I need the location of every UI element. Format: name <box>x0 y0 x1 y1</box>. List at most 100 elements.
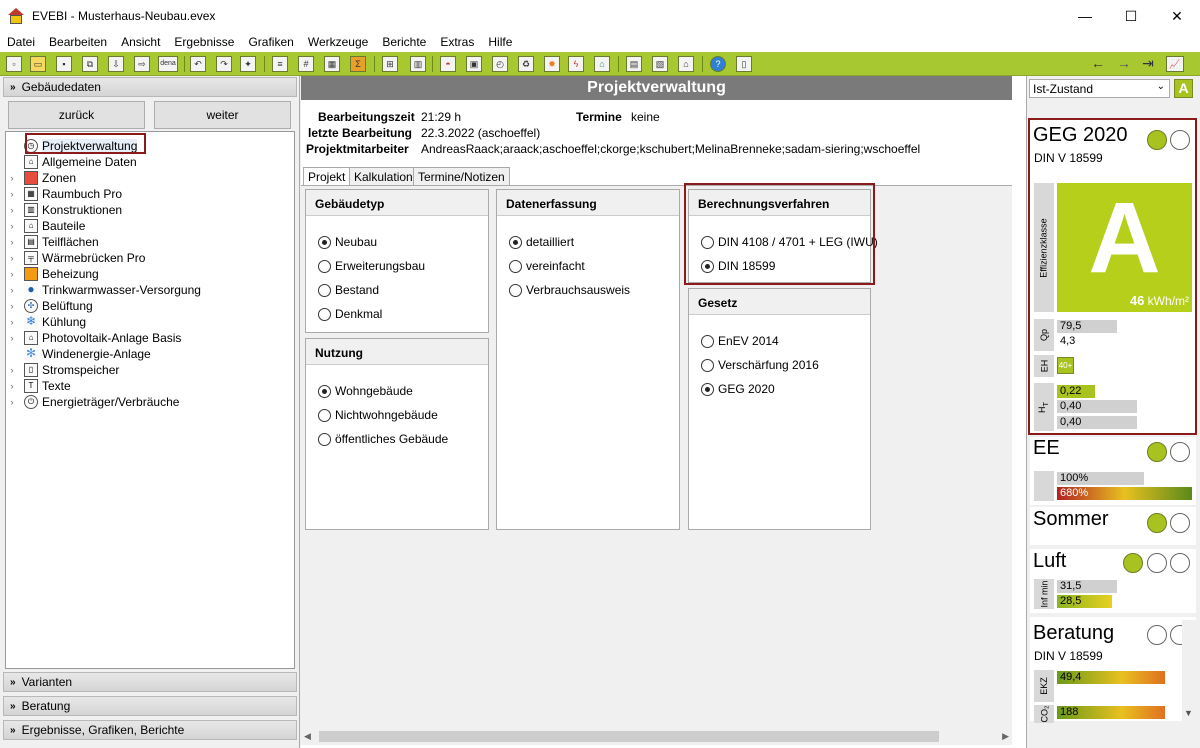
maximize-button[interactable]: ☐ <box>1108 0 1154 32</box>
tree-item-teilflaechen[interactable]: › ▤ Teilflächen <box>6 234 99 250</box>
new-file-icon[interactable]: ▫ <box>6 56 22 72</box>
tree-item-energietraeger[interactable]: › ⏻ Energieträger/Verbräuche <box>6 394 179 410</box>
radio-denkmal[interactable]: Denkmal <box>318 307 382 321</box>
arrow-left-icon[interactable]: ← <box>1090 56 1106 72</box>
expand-arrow-icon[interactable]: › <box>6 285 18 295</box>
scroll-right-icon[interactable]: ▶ <box>1002 731 1009 742</box>
wizard-icon[interactable]: ✦ <box>240 56 256 72</box>
expand-arrow-icon[interactable]: › <box>6 205 18 215</box>
arrow-right-icon[interactable]: → <box>1116 56 1132 72</box>
arrow-to-end-icon[interactable]: ⇥ <box>1140 56 1156 72</box>
scroll-down-icon[interactable]: ▼ <box>1184 708 1193 718</box>
state-select[interactable]: Ist-Zustand ⌄ <box>1029 79 1170 98</box>
expand-arrow-icon[interactable]: › <box>6 173 18 183</box>
tab-kalkulation[interactable]: Kalkulation <box>349 167 418 185</box>
tree-item-waermebruecken-pro[interactable]: › ╤ Wärmebrücken Pro <box>6 250 145 266</box>
expand-arrow-icon[interactable]: › <box>6 333 18 343</box>
redo-icon[interactable]: ↷ <box>216 56 232 72</box>
recycle-icon[interactable]: ♻ <box>518 56 534 72</box>
meter-icon[interactable]: ◴ <box>492 56 508 72</box>
expand-arrow-icon[interactable]: › <box>6 253 18 263</box>
menu-datei[interactable]: Datei <box>0 35 42 49</box>
section-beratung[interactable]: » Beratung <box>3 696 297 716</box>
scroll-thumb[interactable] <box>319 731 939 742</box>
tree-item-windenergie[interactable]: ✻ Windenergie-Anlage <box>6 346 151 362</box>
expand-arrow-icon[interactable]: › <box>6 317 18 327</box>
tree-structure-icon[interactable]: ⊞ <box>382 56 398 72</box>
help-icon[interactable]: ? <box>710 56 726 72</box>
tree-item-photovoltaik[interactable]: › ⌂ Photovoltaik-Anlage Basis <box>6 330 181 346</box>
radio-erweiterungsbau[interactable]: Erweiterungsbau <box>318 259 425 273</box>
menu-bearbeiten[interactable]: Bearbeiten <box>42 35 114 49</box>
expand-arrow-icon[interactable]: › <box>6 237 18 247</box>
report-icon[interactable]: ▧ <box>652 56 668 72</box>
tree-item-kuehlung[interactable]: › ❄ Kühlung <box>6 314 86 330</box>
tree-item-belueftung[interactable]: › ✣ Belüftung <box>6 298 93 314</box>
radio-verbrauchsausweis[interactable]: Verbrauchsausweis <box>509 283 630 297</box>
expand-arrow-icon[interactable]: › <box>6 397 18 407</box>
helmet-icon[interactable]: ◓ <box>440 56 456 72</box>
tree-item-bauteile[interactable]: › ⌂ Bauteile <box>6 218 85 234</box>
radio-oeffentliches-gebaeude[interactable]: öffentliches Gebäude <box>318 432 448 446</box>
weiter-button[interactable]: weiter <box>154 101 291 129</box>
radio-enev-2014[interactable]: EnEV 2014 <box>701 334 779 348</box>
radio-wohngebaeude[interactable]: Wohngebäude <box>318 384 413 398</box>
house-check-icon[interactable]: ⌂ <box>678 56 694 72</box>
menu-berichte[interactable]: Berichte <box>375 35 433 49</box>
dena-icon[interactable]: dena <box>158 56 178 72</box>
section-varianten[interactable]: » Varianten <box>3 672 297 692</box>
sun-icon[interactable]: ✹ <box>544 56 560 72</box>
tab-projekt[interactable]: Projekt <box>303 167 351 186</box>
undo-icon[interactable]: ↶ <box>190 56 206 72</box>
zurueck-button[interactable]: zurück <box>8 101 145 129</box>
tree-item-stromspeicher[interactable]: › ▯ Stromspeicher <box>6 362 119 378</box>
horizontal-scrollbar[interactable]: ◀ ▶ <box>301 728 1012 745</box>
radio-detailliert[interactable]: detailliert <box>509 235 574 249</box>
export-icon[interactable]: ⇨ <box>134 56 150 72</box>
tree-item-trinkwarmwasser[interactable]: › ● Trinkwarmwasser-Versorgung <box>6 282 201 298</box>
expand-arrow-icon[interactable]: › <box>6 301 18 311</box>
tree-item-allgemeine-daten[interactable]: ⌂ Allgemeine Daten <box>6 154 137 170</box>
menu-grafiken[interactable]: Grafiken <box>241 35 300 49</box>
expand-arrow-icon[interactable]: › <box>6 381 18 391</box>
close-button[interactable]: ✕ <box>1154 0 1200 32</box>
document-icon[interactable]: ≡ <box>272 56 288 72</box>
tree-item-zonen[interactable]: › Zonen <box>6 170 76 186</box>
expand-arrow-icon[interactable]: › <box>6 365 18 375</box>
expand-arrow-icon[interactable]: › <box>6 189 18 199</box>
open-folder-icon[interactable]: ▭ <box>30 56 46 72</box>
splitter[interactable] <box>1012 76 1026 748</box>
minimize-button[interactable]: — <box>1062 0 1108 32</box>
calculator-icon[interactable]: ▯ <box>736 56 752 72</box>
menu-hilfe[interactable]: Hilfe <box>481 35 519 49</box>
table-icon[interactable]: ▦ <box>324 56 340 72</box>
oven-icon[interactable]: ▣ <box>466 56 482 72</box>
expand-arrow-icon[interactable]: › <box>6 221 18 231</box>
menu-extras[interactable]: Extras <box>433 35 481 49</box>
radio-vereinfacht[interactable]: vereinfacht <box>509 259 585 273</box>
copy-icon[interactable]: ⧉ <box>82 56 98 72</box>
radio-verschaerfung-2016[interactable]: Verschärfung 2016 <box>701 358 819 372</box>
certificate-icon[interactable]: ▤ <box>626 56 642 72</box>
menu-werkzeuge[interactable]: Werkzeuge <box>301 35 375 49</box>
wall-icon[interactable]: ▥ <box>410 56 426 72</box>
radio-geg-2020[interactable]: GEG 2020 <box>701 382 775 396</box>
import-icon[interactable]: ⇩ <box>108 56 124 72</box>
scroll-left-icon[interactable]: ◀ <box>304 731 311 742</box>
green-house-icon[interactable]: ⌂ <box>594 56 610 72</box>
radio-neubau[interactable]: Neubau <box>318 235 377 249</box>
save-icon[interactable]: ▪ <box>56 56 72 72</box>
tab-termine-notizen[interactable]: Termine/Notizen <box>413 167 510 185</box>
tree-item-raumbuch-pro[interactable]: › ▦ Raumbuch Pro <box>6 186 122 202</box>
radio-nichtwohngebaeude[interactable]: Nichtwohngebäude <box>318 408 438 422</box>
chart-icon[interactable]: 📈 <box>1166 56 1184 72</box>
tree-item-beheizung[interactable]: › Beheizung <box>6 266 99 282</box>
right-vertical-scrollbar[interactable]: ▼ <box>1182 620 1196 724</box>
tree-item-konstruktionen[interactable]: › ▥ Konstruktionen <box>6 202 122 218</box>
lightning-icon[interactable]: ϟ <box>568 56 584 72</box>
section-gebaeudedaten[interactable]: » Gebäudedaten <box>3 77 297 97</box>
radio-bestand[interactable]: Bestand <box>318 283 379 297</box>
section-ergebnisse[interactable]: » Ergebnisse, Grafiken, Berichte <box>3 720 297 740</box>
menu-ergebnisse[interactable]: Ergebnisse <box>167 35 241 49</box>
calc-grid-icon[interactable]: # <box>298 56 314 72</box>
